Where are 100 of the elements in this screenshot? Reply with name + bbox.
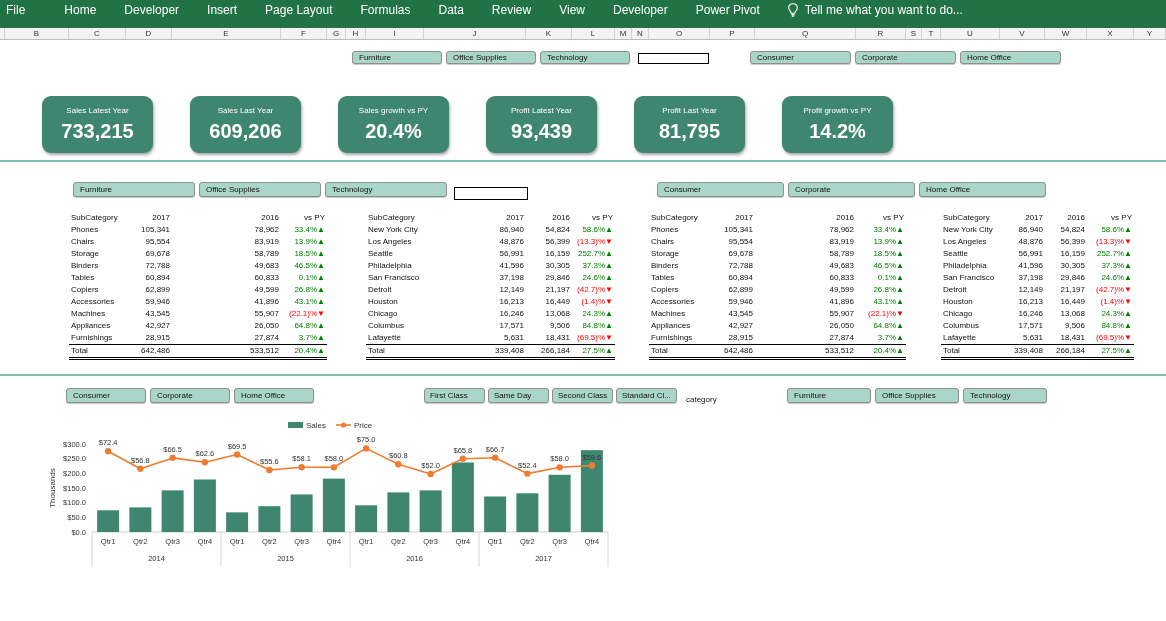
slicer-item[interactable]: Consumer [750,51,851,64]
table-cell-text: (1.4)%▼ [580,296,614,308]
column-header[interactable]: E [172,28,281,39]
ribbon-tab[interactable]: Formulas [360,3,411,17]
column-header[interactable]: L [572,28,615,39]
slicer-item[interactable]: Home Office [919,182,1046,197]
slicer-item[interactable]: Corporate [855,51,956,64]
table-cell-text: 56,991 [498,248,525,260]
chart-bar [355,505,378,532]
table-cell-text: Accessories [70,296,116,308]
column-header[interactable]: J [424,28,526,39]
column-header[interactable]: R [856,28,906,39]
table-cell-text: New York City [942,224,994,236]
column-header[interactable]: Q [755,28,856,39]
table-cell-text: 18.5%▲ [293,248,326,260]
slicer-item[interactable]: Technology [325,182,447,197]
slicer-item[interactable]: Consumer [66,388,146,403]
kpi-value: 14.2% [809,119,866,143]
ribbon-tab[interactable]: Power Pivot [695,3,760,17]
ribbon-tab[interactable]: Insert [207,3,238,17]
ribbon-tab[interactable]: File [6,3,26,17]
slicer-item[interactable]: Technology [540,51,630,64]
slicer-item[interactable]: Furniture [787,388,871,403]
table-cell-text: 17,571 [498,320,525,332]
column-header[interactable]: V [1000,28,1045,39]
table-cell-text: 24.6%▲ [1100,272,1133,284]
slicer-item[interactable]: Corporate [150,388,230,403]
column-header[interactable]: X [1087,28,1134,39]
slicer-item[interactable]: Consumer [657,182,784,197]
slicer-item[interactable]: First Class [424,388,485,403]
table-cell-text: 27,874 [828,332,855,344]
column-header[interactable]: S [906,28,922,39]
table-cell-text: 78,962 [828,224,855,236]
table-cell-text: 56,991 [1017,248,1044,260]
table-header-cell-text: 2016 [1066,212,1086,224]
ribbon-tab[interactable]: Developer [124,3,180,17]
table-cell-text: San Francisco [942,272,996,284]
table-header-cell-text: 2016 [551,212,571,224]
table-cell-text: 86,940 [498,224,525,236]
column-header[interactable]: C [69,28,126,39]
slicer-item[interactable]: Furniture [352,51,442,64]
table-cell-text: Tables [650,272,676,284]
table-header-cell-text: vs PY [882,212,905,224]
slicer-item[interactable]: Office Supplies [199,182,321,197]
slicer-item[interactable]: Home Office [234,388,314,403]
table-cell-text: 24.3%▲ [1100,308,1133,320]
table-total-cell: 27.5%▲ [572,344,615,360]
table-cell-text: 12,149 [498,284,525,296]
table-total-cell: 339,408 [424,344,526,360]
column-header[interactable]: O [649,28,710,39]
slicer-item[interactable]: Technology [963,388,1047,403]
column-header[interactable]: Y [1134,28,1166,39]
table-total-cell: Total [649,344,710,360]
column-header[interactable]: N [632,28,649,39]
ribbon-tab[interactable]: View [559,3,585,17]
table-cell-text: 48,876 [1017,236,1044,248]
slicer-item[interactable]: Second Class [552,388,613,403]
column-header[interactable]: M [615,28,632,39]
table-cell-text: 83,919 [828,236,855,248]
ribbon-tab[interactable]: Page Layout [265,3,333,17]
table-cell-text: 83,919 [253,236,280,248]
column-header[interactable]: P [710,28,755,39]
table-cell-text: 37,198 [498,272,525,284]
ribbon-tab[interactable]: Review [491,3,532,17]
slicer-item[interactable]: Office Supplies [875,388,959,403]
ribbon-tab[interactable]: Data [438,3,464,17]
line-point [298,464,305,471]
column-header[interactable]: U [941,28,1000,39]
slicer-item[interactable]: Corporate [788,182,915,197]
column-header[interactable]: G [327,28,346,39]
column-header[interactable]: T [922,28,941,39]
table-cell-text: 16,159 [1059,248,1086,260]
chart-bar [258,506,281,532]
table-cell-text: 60,894 [727,272,754,284]
kpi-label: Profit growth vs PY [803,106,872,116]
table-total-cell: 20.4%▲ [856,344,906,360]
table-cell-text: Storage [650,248,681,260]
table-total-cell: 27.5%▲ [1087,344,1134,360]
column-header[interactable]: H [346,28,366,39]
column-header[interactable]: B [5,28,69,39]
column-header[interactable]: K [526,28,572,39]
slicer-item[interactable]: Office Supplies [446,51,536,64]
table-total-cell: 339,408 [1000,344,1045,360]
column-header[interactable]: F [281,28,327,39]
chart-bar [97,510,120,532]
tell-me-search[interactable]: Tell me what you want to do... [787,3,963,17]
ribbon-tab[interactable]: Developer [613,3,668,17]
slicer-item[interactable]: Home Office [960,51,1061,64]
column-header[interactable]: D [126,28,172,39]
slicer-item[interactable]: Furniture [73,182,195,197]
line-point [104,448,112,455]
table-cell-text: Chairs [70,236,96,248]
ribbon-tab[interactable]: Home [64,3,97,17]
table-cell-text: Columbus [367,320,405,332]
column-header[interactable]: I [366,28,424,39]
table-cell-text: 28,915 [727,332,754,344]
slicer-item[interactable]: Same Day [488,388,549,403]
line-point [459,455,467,462]
column-header[interactable]: W [1045,28,1087,39]
slicer-item[interactable]: Standard Cl... [616,388,677,403]
